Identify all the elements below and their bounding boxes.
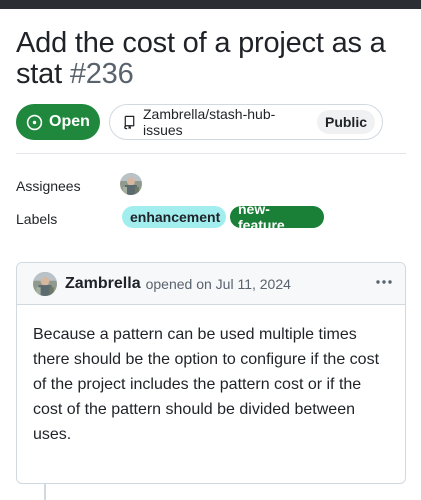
author-avatar[interactable] (33, 271, 57, 296)
avatar-image (33, 271, 57, 296)
issue-open-icon (26, 114, 43, 130)
label-new-feature[interactable]: new-feature (230, 201, 324, 233)
repo-link[interactable]: Zambrella/stash-hub-issues Public (109, 104, 383, 140)
issue-state-label: Open (49, 113, 90, 130)
issue-state-badge: Open (16, 104, 100, 140)
comment-author[interactable]: Zambrella (65, 275, 141, 293)
timeline-line (44, 484, 46, 500)
comment-header: Zambrella opened on Jul 11, 2024 (17, 263, 405, 305)
comment-menu-button[interactable] (373, 271, 395, 293)
header-divider (16, 153, 406, 154)
top-bar (0, 0, 421, 9)
kebab-horizontal-icon (376, 280, 392, 284)
assignees-label: Assignees (16, 178, 81, 194)
comment-body: Because a pattern can be used multiple t… (33, 326, 380, 443)
repo-name: Zambrella/stash-hub-issues (143, 106, 276, 138)
comment-opened-date: opened on Jul 11, 2024 (145, 275, 291, 292)
visibility-badge: Public (316, 110, 375, 134)
labels-label: Labels (16, 211, 58, 227)
repo-icon (124, 115, 135, 129)
issue-comment: Zambrella opened on Jul 11, 2024 Because… (16, 262, 406, 484)
assignee-avatar[interactable] (120, 173, 142, 195)
issue-title: Add the cost of a project as a stat #236 (16, 28, 411, 90)
issue-number: #236 (69, 58, 134, 90)
label-enhancement[interactable]: enhancement (122, 206, 226, 228)
avatar-image (120, 173, 142, 195)
